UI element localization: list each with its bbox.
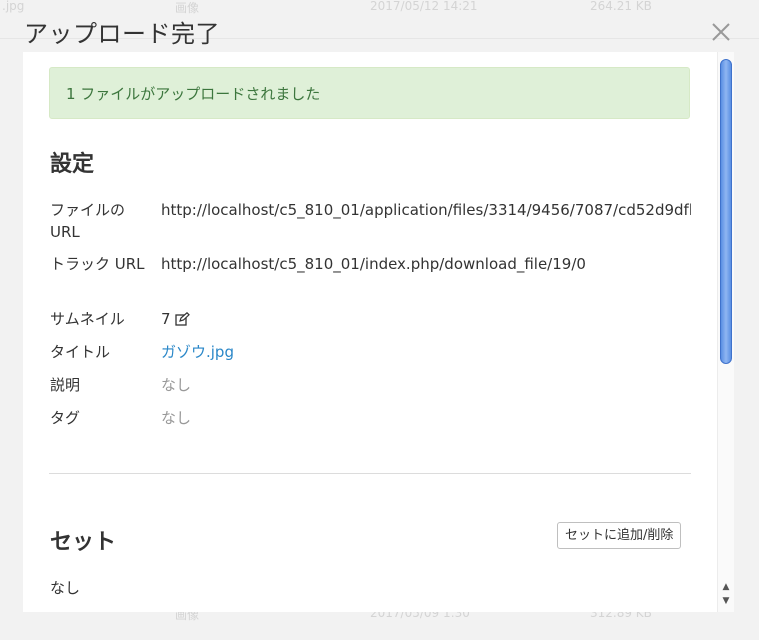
scrollbar-thumb[interactable] [720, 59, 732, 364]
add-remove-set-button[interactable]: セットに追加/削除 [557, 522, 682, 549]
tags-value: なし [161, 409, 192, 427]
file-url-value: http://localhost/c5_810_01/application/f… [161, 201, 691, 219]
sets-value: なし [50, 579, 81, 597]
background-file-name: .jpg [2, 0, 25, 13]
thumbnail-label: サムネイル [50, 310, 125, 328]
thumbnail-value: 7 [161, 308, 691, 332]
settings-heading: 設定 [50, 152, 95, 177]
description-value: なし [161, 376, 192, 394]
file-url-label: ファイルの URL [50, 201, 126, 241]
thumbnail-number: 7 [161, 310, 171, 328]
scroll-down-arrow-icon[interactable]: ▼ [720, 595, 732, 608]
edit-icon[interactable] [174, 310, 190, 332]
sets-heading: セット [50, 530, 117, 555]
scroll-up-arrow-icon[interactable]: ▲ [720, 581, 732, 594]
dialog-title: アップロード完了 [24, 20, 220, 48]
title-value-link[interactable]: ガゾウ.jpg [161, 341, 691, 363]
background-file-size: 264.21 KB [590, 0, 652, 13]
description-label: 説明 [50, 376, 81, 394]
track-url-label: トラック URL [50, 255, 145, 273]
title-label: タイトル [50, 343, 111, 361]
dialog-content: 1 ファイルがアップロードされました 設定 ファイルの URL http://l… [23, 52, 717, 612]
background-file-date: 2017/05/12 14:21 [370, 0, 478, 13]
section-divider [49, 473, 691, 474]
vertical-scrollbar[interactable]: ▲ ▼ [717, 52, 734, 612]
close-icon[interactable] [709, 20, 733, 44]
tags-label: タグ [50, 409, 81, 427]
upload-success-alert: 1 ファイルがアップロードされました [49, 67, 690, 119]
track-url-value: http://localhost/c5_810_01/index.php/dow… [161, 255, 586, 273]
